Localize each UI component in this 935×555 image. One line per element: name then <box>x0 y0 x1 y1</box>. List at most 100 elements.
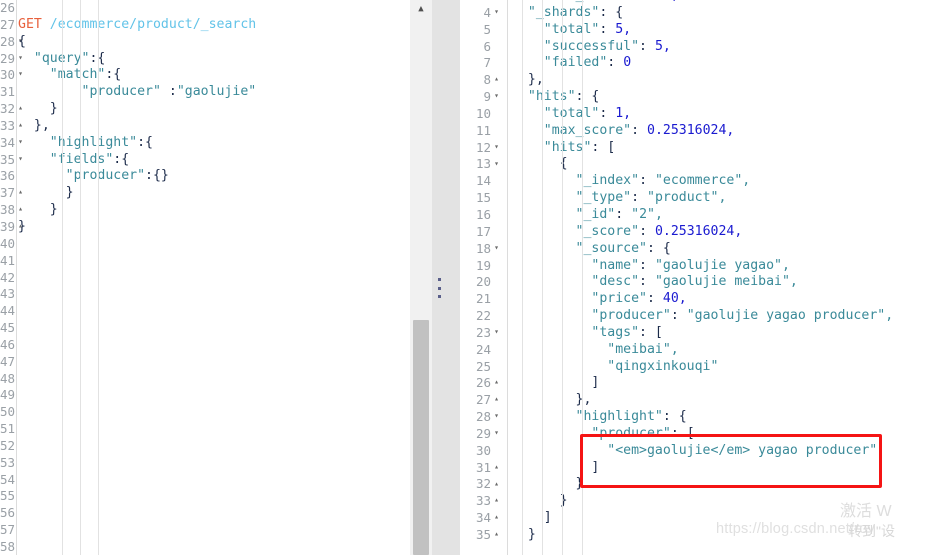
code-line[interactable]: } <box>512 476 935 493</box>
code-line[interactable]: "producer":{} <box>18 168 410 185</box>
response-pane[interactable]: 3 4▾5 6 7 8▴9▾10 11 12▾13▾14 15 16 17 18… <box>460 0 935 555</box>
request-scrollbar-track[interactable]: ▲ <box>410 0 432 555</box>
fold-up-icon[interactable]: ▴ <box>491 374 502 391</box>
code-line[interactable] <box>18 522 410 539</box>
code-line[interactable] <box>18 371 410 388</box>
gutter-line[interactable]: 55 <box>0 488 16 505</box>
code-line[interactable] <box>18 455 410 472</box>
gutter-line[interactable]: 6 <box>460 39 502 56</box>
code-line[interactable] <box>18 270 410 287</box>
fold-up-icon[interactable]: ▴ <box>491 526 502 543</box>
gutter-line[interactable]: 26 ▴ <box>460 375 502 392</box>
gutter-line[interactable]: 18 ▾ <box>460 241 502 258</box>
gutter-line[interactable]: 27 ▴ <box>460 392 502 409</box>
fold-down-icon[interactable]: ▾ <box>491 408 502 425</box>
code-line[interactable]: "producer": [ <box>512 426 935 443</box>
code-line[interactable]: }, <box>18 118 410 135</box>
fold-up-icon[interactable]: ▴ <box>491 476 502 493</box>
gutter-line[interactable]: 33 ▴ <box>0 118 23 135</box>
gutter-line[interactable]: 12 ▾ <box>460 140 502 157</box>
code-line[interactable] <box>18 472 410 489</box>
gutter-line[interactable]: 9 ▾ <box>460 89 502 106</box>
gutter-line[interactable]: 39 ▴ <box>0 219 23 236</box>
code-line[interactable]: { <box>512 156 935 173</box>
fold-up-icon[interactable]: ▴ <box>491 509 502 526</box>
code-line[interactable]: }, <box>512 392 935 409</box>
splitter-bar[interactable] <box>432 0 460 555</box>
pane-splitter[interactable]: ▲ <box>410 0 460 555</box>
gutter-line[interactable]: 34 ▾ <box>0 135 23 152</box>
code-line[interactable]: "query":{ <box>18 51 410 68</box>
gutter-line[interactable]: 49 <box>0 387 16 404</box>
code-line[interactable]: "total": 5, <box>512 22 935 39</box>
gutter-line[interactable]: 29 ▾ <box>0 51 23 68</box>
code-line[interactable]: "name": "gaolujie yagao", <box>512 258 935 275</box>
code-line[interactable] <box>18 320 410 337</box>
gutter-line[interactable]: 8 ▴ <box>460 72 502 89</box>
code-line[interactable]: "_index": "ecommerce", <box>512 173 935 190</box>
gutter-line[interactable]: 35 ▾ <box>0 152 23 169</box>
gutter-line[interactable]: 35 ▴ <box>460 527 502 544</box>
gutter-line[interactable]: 41 <box>0 253 16 270</box>
code-line[interactable] <box>18 404 410 421</box>
code-line[interactable]: "total": 1, <box>512 106 935 123</box>
code-line[interactable] <box>18 286 410 303</box>
code-line[interactable]: "meibai", <box>512 342 935 359</box>
gutter-line[interactable]: 23 ▾ <box>460 325 502 342</box>
gutter-line[interactable]: 22 <box>460 308 502 325</box>
code-line[interactable] <box>18 354 410 371</box>
gutter-line[interactable]: 29 ▾ <box>460 426 502 443</box>
code-line[interactable]: "hits": { <box>512 89 935 106</box>
gutter-line[interactable]: 4 ▾ <box>460 5 502 22</box>
gutter-line[interactable]: 27 <box>0 17 16 34</box>
code-line[interactable]: } <box>18 202 410 219</box>
fold-down-icon[interactable]: ▾ <box>491 88 502 105</box>
code-line[interactable] <box>18 337 410 354</box>
gutter-line[interactable]: 40 <box>0 236 16 253</box>
gutter-line[interactable]: 17 <box>460 224 502 241</box>
gutter-line[interactable]: 43 <box>0 286 16 303</box>
gutter-line[interactable]: 33 ▴ <box>460 493 502 510</box>
gutter-line[interactable]: 28 ▾ <box>460 409 502 426</box>
code-line[interactable]: "desc": "gaolujie meibai", <box>512 274 935 291</box>
code-line[interactable]: "highlight": { <box>512 409 935 426</box>
fold-up-icon[interactable]: ▴ <box>491 492 502 509</box>
code-line[interactable]: "hits": [ <box>512 140 935 157</box>
gutter-line[interactable]: 57 <box>0 522 16 539</box>
gutter-line[interactable]: 54 <box>0 472 16 489</box>
code-line[interactable]: ] <box>512 460 935 477</box>
gutter-line[interactable]: 30 <box>460 443 502 460</box>
gutter-line[interactable]: 37 ▴ <box>0 185 23 202</box>
gutter-line[interactable]: 20 <box>460 274 502 291</box>
code-line[interactable] <box>18 303 410 320</box>
request-gutter[interactable]: 26 27 28 ▾ 29 ▾ 30 ▾ 31 32 ▴ 33 ▴ 34 ▾ 35 ▾ 36 37 ▴ 38 ▴ 3… <box>0 0 23 555</box>
fold-down-icon[interactable]: ▾ <box>491 240 502 257</box>
fold-down-icon[interactable]: ▾ <box>491 425 502 442</box>
gutter-line[interactable]: 14 <box>460 173 502 190</box>
code-line[interactable]: "_score": 0.25316024, <box>512 224 935 241</box>
gutter-line[interactable]: 47 <box>0 354 16 371</box>
gutter-line[interactable]: 42 <box>0 270 16 287</box>
gutter-line[interactable]: 58 <box>0 539 16 555</box>
gutter-line[interactable]: 34 ▴ <box>460 510 502 527</box>
gutter-line[interactable]: 16 <box>460 207 502 224</box>
gutter-line[interactable]: 53 <box>0 455 16 472</box>
fold-down-icon[interactable]: ▾ <box>491 324 502 341</box>
response-gutter[interactable]: 3 4▾5 6 7 8▴9▾10 11 12▾13▾14 15 16 17 18… <box>460 0 502 555</box>
code-line[interactable]: "price": 40, <box>512 291 935 308</box>
fold-down-icon[interactable]: ▾ <box>491 4 502 21</box>
gutter-line[interactable]: 31 <box>0 84 16 101</box>
request-code-area[interactable]: GET /ecommerce/product/_search{ "query":… <box>18 0 410 555</box>
gutter-line[interactable]: 56 <box>0 505 16 522</box>
code-line[interactable]: "producer": "gaolujie yagao producer", <box>512 308 935 325</box>
code-line[interactable]: ] <box>512 375 935 392</box>
code-line[interactable] <box>18 505 410 522</box>
code-line[interactable] <box>18 421 410 438</box>
code-line[interactable]: } <box>18 219 410 236</box>
fold-up-icon[interactable]: ▴ <box>491 71 502 88</box>
gutter-line[interactable]: 21 <box>460 291 502 308</box>
code-line[interactable]: "<em>gaolujie</em> yagao producer" <box>512 443 935 460</box>
code-line[interactable] <box>18 438 410 455</box>
gutter-line[interactable]: 44 <box>0 303 16 320</box>
gutter-line[interactable]: 28 ▾ <box>0 34 23 51</box>
